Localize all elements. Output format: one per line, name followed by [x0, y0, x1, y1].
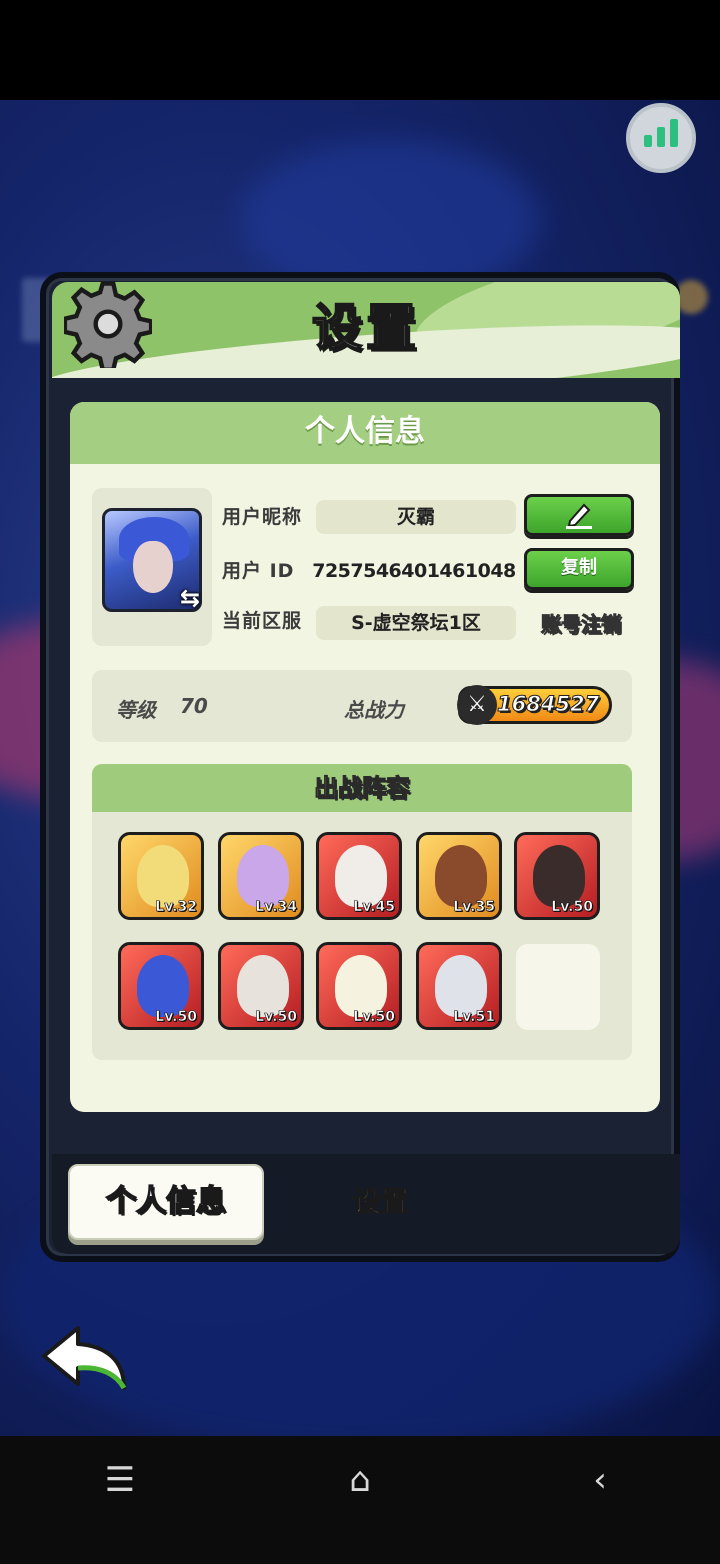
- profile-card: 个人信息 ⇆ 用户昵称 灭霸 用户 ID 7257546401461048 复制…: [70, 402, 660, 1112]
- hero-slot[interactable]: Lv.32: [118, 832, 204, 920]
- edit-nickname-button[interactable]: [524, 494, 634, 536]
- server-label: 当前区服: [222, 610, 303, 632]
- user-id-value: 7257546401461048: [312, 560, 516, 582]
- tab-profile[interactable]: 个人信息: [68, 1164, 264, 1240]
- hero-slot[interactable]: Lv.50: [118, 942, 204, 1030]
- nickname-value: 灭霸: [316, 500, 516, 534]
- settings-panel: 设置 个人信息 ⇆ 用户昵称 灭霸 用户 ID 7257546401461048…: [40, 272, 680, 1262]
- back-arrow-icon[interactable]: [38, 1322, 130, 1394]
- hero-level: Lv.45: [353, 899, 395, 916]
- id-label: 用户 ID: [222, 560, 295, 582]
- gear-icon: [64, 281, 152, 368]
- hero-level: Lv.50: [551, 899, 593, 916]
- power-value: 1684527: [496, 692, 600, 717]
- level-label: 等级: [116, 698, 156, 722]
- status-bar: [0, 0, 720, 100]
- hero-level: Lv.50: [353, 1009, 395, 1026]
- hero-level: Lv.51: [453, 1009, 495, 1026]
- page-title: 设置: [311, 298, 420, 358]
- power-label: 总战力: [344, 698, 404, 722]
- swap-icon[interactable]: ⇆: [176, 584, 204, 612]
- power-badge: ⚔ 1684527: [457, 685, 612, 725]
- hero-level: Lv.35: [453, 899, 495, 916]
- menu-icon[interactable]: ☰: [90, 1450, 150, 1510]
- level-value: 70: [180, 694, 208, 718]
- chevron-left-icon[interactable]: ‹: [570, 1450, 630, 1510]
- system-nav-bar: ☰ ⌂ ‹: [0, 1436, 720, 1564]
- team-lineup: 出战阵容 Lv.32 Lv.34 Lv.45 Lv.35 Lv.50 Lv.50…: [92, 764, 632, 1060]
- hero-slot[interactable]: Lv.35: [416, 832, 502, 920]
- tab-settings[interactable]: 设置: [326, 1178, 436, 1226]
- nickname-label: 用户昵称: [222, 506, 303, 528]
- server-value: S-虚空祭坛1区: [316, 606, 516, 640]
- signal-bars-icon[interactable]: [626, 103, 696, 173]
- hero-slot[interactable]: Lv.50: [316, 942, 402, 1030]
- hero-slot[interactable]: Lv.50: [514, 832, 600, 920]
- empty-hero-slot[interactable]: [516, 944, 600, 1030]
- hero-level: Lv.50: [155, 1009, 197, 1026]
- hero-slot[interactable]: Lv.34: [218, 832, 304, 920]
- team-title: 出战阵容: [92, 764, 632, 812]
- stats-bar: 等级 70 总战力 ⚔ 1684527: [92, 670, 632, 742]
- hero-level: Lv.34: [255, 899, 297, 916]
- avatar-frame: ⇆: [92, 488, 212, 646]
- account-logout-button[interactable]: 账号注销: [526, 608, 636, 638]
- tab-bar: 个人信息 设置: [52, 1154, 680, 1254]
- hero-slot[interactable]: Lv.45: [316, 832, 402, 920]
- hero-slot[interactable]: Lv.51: [416, 942, 502, 1030]
- pencil-icon: [566, 503, 592, 529]
- hero-slot[interactable]: Lv.50: [218, 942, 304, 1030]
- crossed-swords-icon: ⚔: [457, 685, 497, 725]
- hero-level: Lv.50: [255, 1009, 297, 1026]
- section-title: 个人信息: [70, 402, 660, 464]
- copy-button[interactable]: 复制: [524, 548, 634, 590]
- home-icon[interactable]: ⌂: [330, 1450, 390, 1510]
- hero-level: Lv.32: [155, 899, 197, 916]
